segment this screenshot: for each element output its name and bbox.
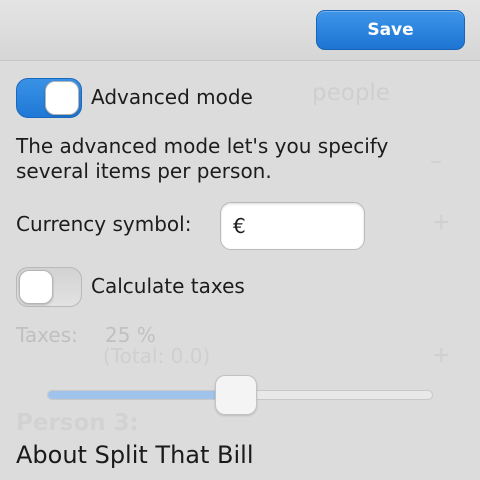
advanced-mode-description: The advanced mode let's you specify seve… (16, 134, 389, 183)
toggle-knob (45, 81, 79, 115)
taxes-slider-handle[interactable] (215, 375, 258, 415)
advanced-mode-label: Advanced mode (91, 85, 253, 109)
background-plus-icon-2: + (432, 343, 451, 368)
background-person-heading: Person 3: (16, 410, 139, 436)
background-total-text: (Total: 0.0) (103, 344, 211, 368)
taxes-slider-fill (48, 391, 238, 399)
taxes-label: Taxes: (16, 323, 78, 347)
calculate-taxes-label: Calculate taxes (91, 274, 245, 298)
calculate-taxes-toggle[interactable] (16, 267, 82, 307)
settings-header: Save (0, 0, 480, 61)
save-button[interactable]: Save (316, 10, 465, 50)
currency-symbol-input[interactable]: € (220, 202, 365, 250)
background-plus-icon: + (432, 210, 451, 235)
taxes-value: 25 % (105, 323, 156, 347)
advanced-mode-toggle[interactable] (16, 78, 82, 118)
toggle-knob (19, 270, 53, 304)
currency-symbol-label: Currency symbol: (16, 212, 192, 236)
background-people-text: people (312, 80, 390, 106)
about-link[interactable]: About Split That Bill (16, 441, 254, 469)
